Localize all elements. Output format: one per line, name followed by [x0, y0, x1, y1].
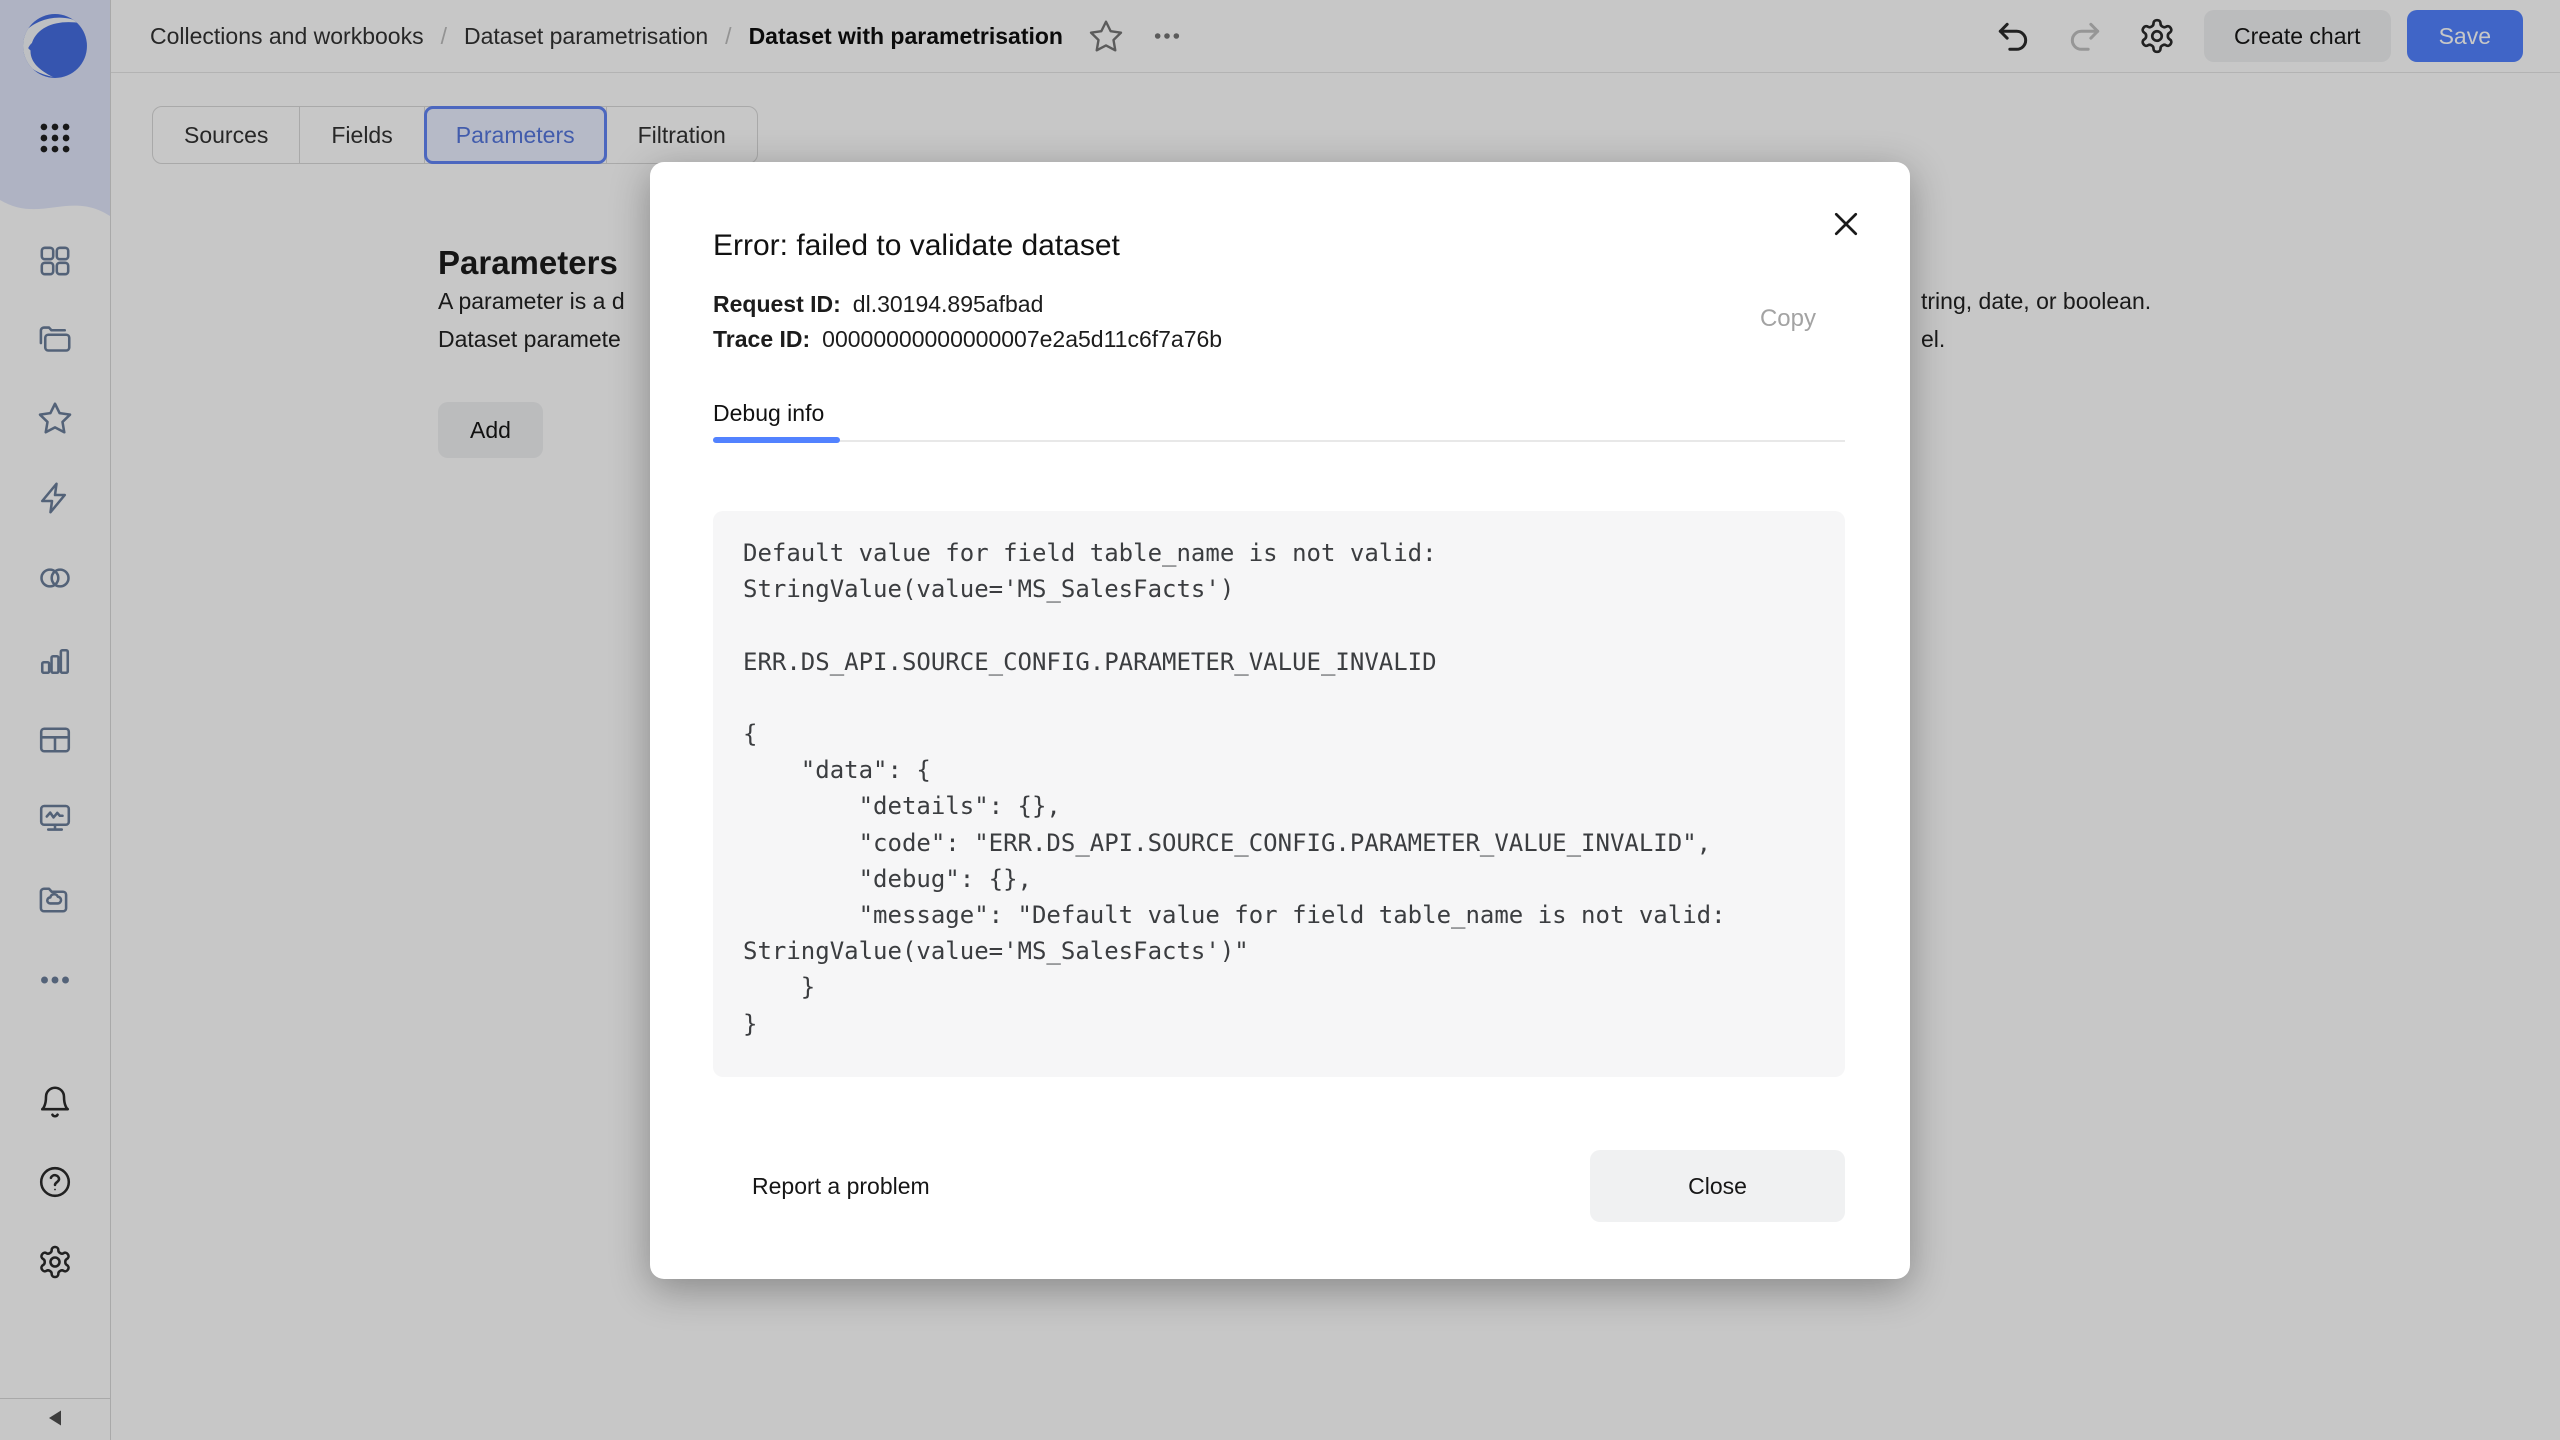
- copy-button[interactable]: Copy: [1754, 304, 1822, 334]
- close-icon: [1828, 206, 1864, 242]
- trace-id-row: Trace ID: 00000000000000007e2a5d11c6f7a76…: [713, 322, 1222, 357]
- debug-output-text: Default value for field table_name is no…: [743, 535, 1815, 1042]
- report-problem-link[interactable]: Report a problem: [746, 1172, 936, 1201]
- close-dialog-button[interactable]: Close: [1590, 1150, 1845, 1222]
- error-dialog: Error: failed to validate dataset Reques…: [650, 162, 1910, 1279]
- request-id-value: dl.30194.895afbad: [853, 291, 1044, 317]
- trace-id-label: Trace ID:: [713, 326, 810, 352]
- active-tab-underline: [713, 437, 840, 443]
- tab-debug-info[interactable]: Debug info: [713, 400, 824, 427]
- dialog-close-button[interactable]: [1828, 206, 1864, 242]
- request-id-label: Request ID:: [713, 291, 841, 317]
- dialog-title: Error: failed to validate dataset: [713, 229, 1120, 263]
- request-id-row: Request ID: dl.30194.895afbad: [713, 287, 1222, 322]
- trace-id-value: 00000000000000007e2a5d11c6f7a76b: [822, 326, 1222, 352]
- error-meta: Request ID: dl.30194.895afbad Trace ID: 00…: [713, 287, 1222, 357]
- tabs-hairline: [713, 440, 1845, 442]
- debug-output-panel: Default value for field table_name is no…: [713, 511, 1845, 1077]
